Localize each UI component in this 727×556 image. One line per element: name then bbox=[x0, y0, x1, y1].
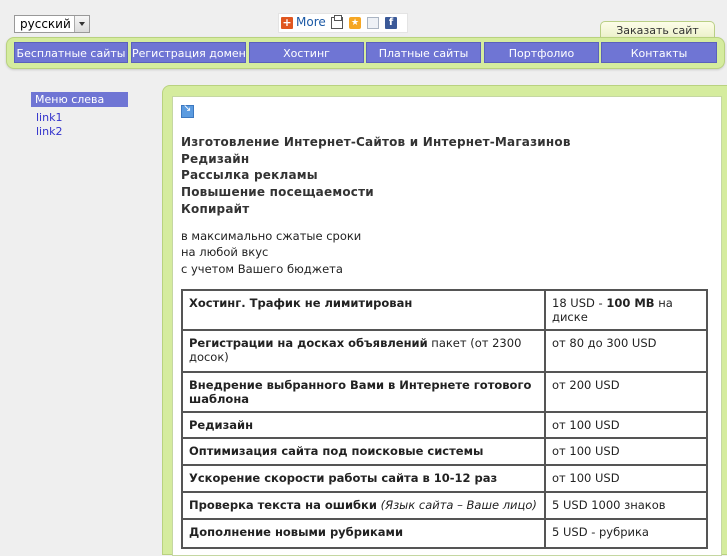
language-select[interactable]: русский bbox=[14, 15, 90, 33]
table-row: Проверка текста на ошибки (Язык сайта – … bbox=[183, 493, 706, 520]
heading-line: Изготовление Интернет-Сайтов и Интернет-… bbox=[181, 135, 571, 149]
table-row: Ускорение скорости работы сайта в 10-12 … bbox=[183, 466, 706, 493]
price-cell: от 80 до 300 USD bbox=[552, 336, 657, 350]
left-menu-link[interactable]: link2 bbox=[36, 125, 62, 138]
edit-arrow-icon[interactable] bbox=[181, 103, 194, 118]
language-select-value: русский bbox=[20, 17, 71, 31]
table-row: Внедрение выбранного Вами в Интернете го… bbox=[183, 373, 706, 413]
heading-line: Повышение посещаемости bbox=[181, 185, 374, 199]
share-toolbar: + More ★ f bbox=[278, 13, 408, 33]
print-icon[interactable] bbox=[331, 15, 343, 29]
service-cell: Редизайн bbox=[183, 413, 546, 437]
tagline: на любой вкус bbox=[181, 245, 269, 259]
tagline: с учетом Вашего бюджета bbox=[181, 262, 343, 276]
nav-item-contacts[interactable]: Контакты bbox=[601, 42, 717, 63]
price-cell: от 100 USD bbox=[552, 471, 620, 485]
service-cell: Дополнение новыми рубриками bbox=[183, 520, 546, 547]
price-cell: от 200 USD bbox=[552, 378, 620, 392]
nav-item-hosting[interactable]: Хостинг bbox=[249, 42, 364, 63]
price-cell: 5 USD 1000 знаков bbox=[552, 498, 666, 512]
table-row: Хостинг. Трафик не лимитирован 18 USD - … bbox=[183, 291, 706, 331]
heading-line: Рассылка рекламы bbox=[181, 168, 318, 182]
service-cell: Ускорение скорости работы сайта в 10-12 … bbox=[183, 466, 546, 491]
table-row: Регистрации на досках объявлений пакет (… bbox=[183, 331, 706, 373]
service-cell: Внедрение выбранного Вами в Интернете го… bbox=[183, 373, 546, 411]
price-cell: 5 USD - рубрика bbox=[552, 525, 649, 539]
share-plus-icon[interactable]: + bbox=[281, 17, 293, 29]
price-cell: от 100 USD bbox=[552, 418, 620, 432]
heading-line: Редизайн bbox=[181, 152, 250, 166]
chevron-down-icon[interactable] bbox=[74, 16, 89, 32]
left-menu-title: Меню слева bbox=[31, 92, 128, 107]
nav-item-domain-registration[interactable]: Регистрация доменов bbox=[131, 42, 246, 63]
service-cell: Оптимизация сайта под поисковые системы bbox=[183, 439, 546, 464]
service-cell: Хостинг. Трафик не лимитирован bbox=[183, 291, 546, 329]
left-menu-link[interactable]: link1 bbox=[36, 111, 62, 124]
service-cell: Регистрации на досках объявлений пакет (… bbox=[183, 331, 546, 371]
email-icon[interactable] bbox=[367, 17, 379, 29]
nav-item-paid-sites[interactable]: Платные сайты bbox=[366, 42, 481, 63]
facebook-icon[interactable]: f bbox=[385, 17, 397, 29]
favorite-star-icon[interactable]: ★ bbox=[349, 17, 361, 29]
table-row: Дополнение новыми рубриками 5 USD - рубр… bbox=[183, 520, 706, 547]
heading-line: Копирайт bbox=[181, 202, 250, 216]
nav-item-free-sites[interactable]: Бесплатные сайты bbox=[14, 42, 128, 63]
table-row: Оптимизация сайта под поисковые системы … bbox=[183, 439, 706, 466]
nav-item-portfolio[interactable]: Портфолио bbox=[484, 42, 599, 63]
tagline: в максимально сжатые сроки bbox=[181, 229, 362, 243]
table-row: Редизайн от 100 USD bbox=[183, 413, 706, 439]
service-cell: Проверка текста на ошибки (Язык сайта – … bbox=[183, 493, 546, 518]
price-cell: от 100 USD bbox=[552, 444, 620, 458]
price-cell: 18 USD - 100 MB на диске bbox=[552, 296, 673, 324]
share-more-link[interactable]: More bbox=[296, 15, 326, 29]
